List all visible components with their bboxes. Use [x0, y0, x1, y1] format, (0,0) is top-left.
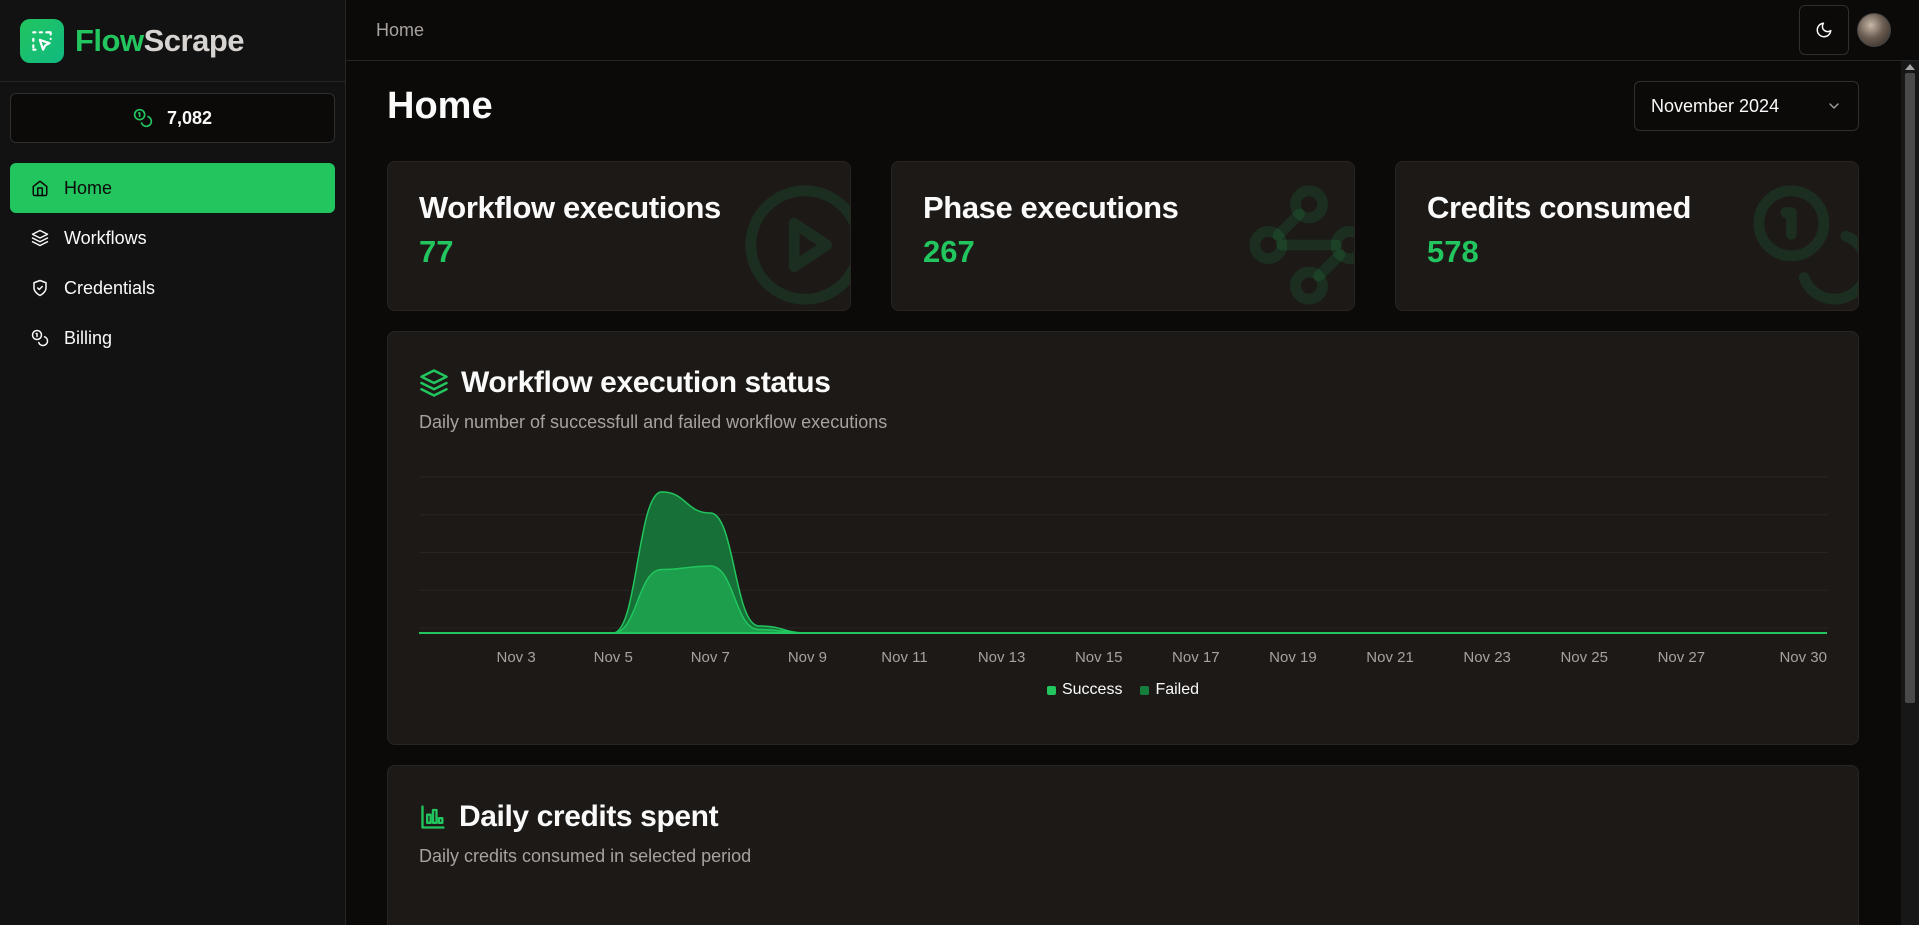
theme-toggle-button[interactable] — [1799, 5, 1849, 55]
legend-label: Failed — [1155, 681, 1200, 698]
chart-legend: Success Failed — [419, 681, 1827, 699]
topbar: Home — [346, 0, 1919, 61]
execution-status-chart[interactable]: Nov 3 Nov 5 Nov 7 Nov 9 Nov 11 Nov 13 Nov 15 No… — [419, 457, 1827, 677]
sidebar-item-label: Workflows — [64, 227, 147, 248]
breadcrumb[interactable]: Home — [376, 20, 424, 41]
page-title: Home — [387, 84, 493, 127]
waypoints-icon — [1249, 185, 1354, 305]
card-title: Workflow execution status — [461, 366, 831, 399]
sidebar-item-billing[interactable]: Billing — [10, 313, 335, 363]
legend-swatch — [1140, 685, 1150, 695]
sidebar-nav: Home Workflows Credentials Billing — [10, 163, 335, 363]
stat-card-credits-consumed: Credits consumed 578 — [1395, 161, 1859, 311]
x-tick-label: Nov 30 — [1779, 649, 1827, 666]
period-value: November 2024 — [1651, 95, 1780, 116]
sidebar-item-home[interactable]: Home — [10, 163, 335, 213]
x-tick-label: Nov 7 — [691, 649, 730, 666]
stat-card-workflow-executions: Workflow executions 77 — [387, 161, 851, 311]
brand-flow: Flow — [75, 22, 144, 58]
x-tick-label: Nov 23 — [1463, 649, 1511, 666]
daily-credits-card: Daily credits spent Daily credits consum… — [387, 765, 1859, 925]
x-tick-label: Nov 13 — [978, 649, 1026, 666]
sidebar-item-label: Home — [64, 177, 113, 198]
card-subtitle: Daily credits consumed in selected perio… — [419, 846, 752, 866]
sidebar: FlowScrape 7,082 Home Workflows Credenti… — [0, 0, 346, 925]
x-tick-label: Nov 25 — [1560, 649, 1608, 666]
legend-swatch — [1046, 685, 1056, 695]
chevron-down-icon — [1829, 103, 1839, 109]
moon-icon — [1816, 22, 1832, 38]
x-tick-label: Nov 5 — [594, 649, 633, 666]
card-subtitle: Daily number of successfull and failed w… — [419, 412, 888, 432]
logo-link[interactable]: FlowScrape — [0, 0, 345, 82]
x-axis-ticks: Nov 3 Nov 5 Nov 7 Nov 9 Nov 11 Nov 13 Nov 15 No… — [497, 649, 1827, 666]
card-header: Daily credits spent — [419, 800, 1827, 834]
page-header: Home November 2024 — [387, 81, 1859, 131]
coins-icon — [30, 328, 50, 348]
shield-check-icon — [30, 278, 50, 298]
stats-row: Workflow executions 77 Phase executions … — [387, 161, 1859, 311]
avatar[interactable] — [1857, 13, 1891, 47]
top-actions — [1799, 5, 1891, 55]
sidebar-item-label: Billing — [64, 327, 113, 348]
card-title: Daily credits spent — [459, 800, 719, 833]
coins-icon — [133, 108, 153, 128]
logo-icon — [20, 18, 64, 63]
main-area: Home Home November 2024 Workflow executi… — [346, 0, 1919, 925]
sidebar-item-workflows[interactable]: Workflows — [10, 213, 335, 263]
app-root: FlowScrape 7,082 Home Workflows Credenti… — [0, 0, 1919, 925]
series-failed-area[interactable] — [419, 491, 1827, 634]
legend-item-failed[interactable]: Failed — [1140, 681, 1199, 699]
period-selector[interactable]: November 2024 — [1634, 81, 1859, 131]
brand-scrape: Scrape — [143, 22, 245, 58]
home-icon — [30, 178, 50, 198]
x-tick-label: Nov 15 — [1075, 649, 1123, 666]
circle-play-icon — [745, 185, 850, 305]
chart-areas — [419, 491, 1827, 634]
page-content: Home November 2024 Workflow executions 7… — [346, 61, 1919, 925]
stat-card-phase-executions: Phase executions 267 — [891, 161, 1355, 311]
legend-item-success[interactable]: Success — [1046, 681, 1123, 699]
x-tick-label: Nov 11 — [881, 649, 927, 666]
x-tick-label: Nov 27 — [1658, 649, 1706, 666]
layers-icon — [420, 369, 448, 397]
card-header: Workflow execution status — [419, 366, 1827, 400]
legend-label: Success — [1061, 681, 1123, 698]
x-tick-label: Nov 9 — [788, 649, 827, 666]
chart-column-icon — [421, 805, 445, 829]
x-tick-label: Nov 3 — [497, 649, 536, 666]
x-tick-label: Nov 21 — [1366, 649, 1414, 666]
sidebar-item-label: Credentials — [64, 277, 156, 298]
layers-icon — [30, 228, 50, 248]
coins-icon — [1753, 185, 1858, 305]
execution-status-card: Workflow execution status Daily number o… — [387, 331, 1859, 745]
x-tick-label: Nov 17 — [1172, 649, 1220, 666]
x-tick-label: Nov 19 — [1269, 649, 1317, 666]
brand-name: FlowScrape — [75, 22, 245, 59]
sidebar-item-credentials[interactable]: Credentials — [10, 263, 335, 313]
credits-balance: 7,082 — [166, 107, 213, 128]
user-credits-button[interactable]: 7,082 — [10, 93, 335, 143]
